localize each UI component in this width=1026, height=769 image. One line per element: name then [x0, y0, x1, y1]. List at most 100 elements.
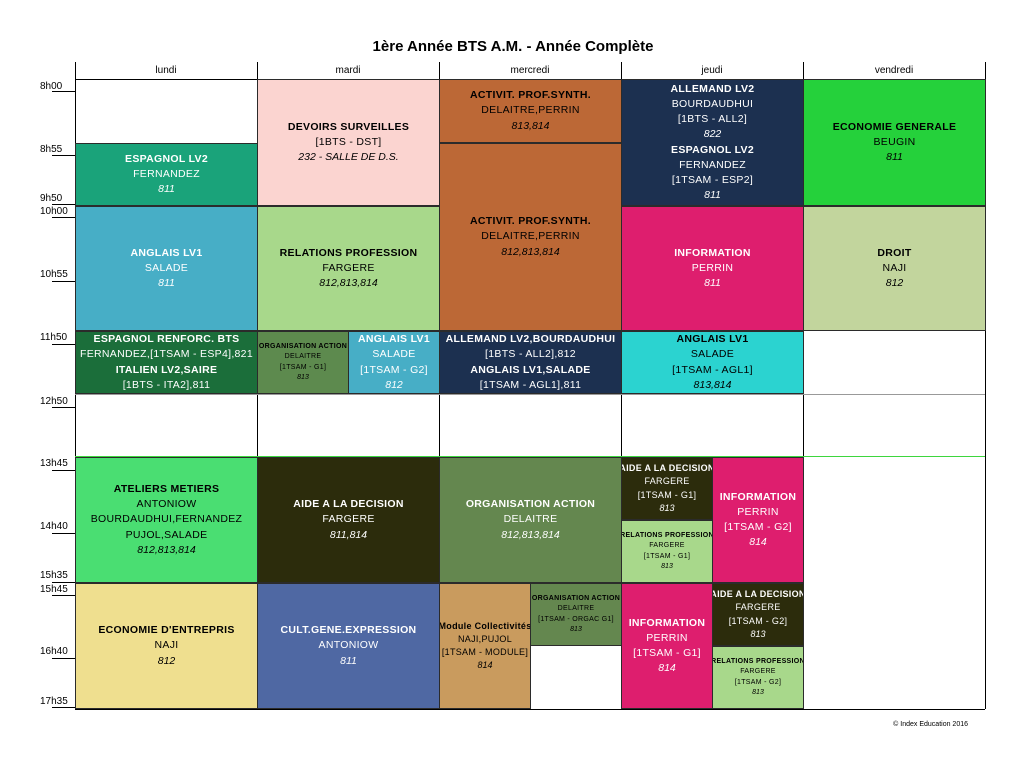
course-cell[interactable]: ORGANISATION ACTION DELAITRE 812,813,814: [439, 457, 622, 583]
course-title: ACTIVIT. PROF.SYNTH.: [470, 215, 591, 228]
course-teacher: SALADE: [372, 348, 416, 361]
time-tick: [52, 217, 75, 218]
course-title: ORGANISATION ACTION: [258, 343, 348, 351]
course-room: 811,814: [329, 528, 368, 541]
course-cell[interactable]: ORGANISATION ACTION DELAITRE [1TSAM - OR…: [530, 583, 622, 646]
day-header-thursday: jeudi: [701, 65, 723, 76]
course-room: 813: [659, 502, 675, 513]
course-title: ALLEMAND LV2,BOURDAUDHUI: [445, 333, 616, 346]
course-cell[interactable]: ORGANISATION ACTION DELAITRE [1TSAM - G1…: [257, 331, 349, 394]
course-title: DROIT: [877, 246, 912, 259]
course-group: [1TSAM - G1]: [279, 363, 327, 371]
course-room: 814: [749, 536, 767, 549]
course-title: ESPAGNOL LV2: [671, 143, 754, 156]
course-room: 232 - SALLE DE D.S.: [298, 151, 399, 164]
course-room: 813,814: [693, 378, 732, 391]
course-cell[interactable]: Module Collectivités NAJI,PUJOL [1TSAM -…: [439, 583, 531, 709]
course-cell[interactable]: INFORMATION PERRIN [1TSAM - G1] 814: [621, 583, 713, 709]
course-cell[interactable]: ATELIERS METIERS ANTONIOW BOURDAUDHUI,FE…: [75, 457, 258, 583]
course-room: 812,813,814: [319, 277, 378, 290]
course-title: AIDE A LA DECISION: [712, 589, 804, 600]
course-teacher: FARGERE: [322, 261, 375, 274]
course-cell[interactable]: ALLEMAND LV2 BOURDAUDHUI [1BTS - ALL2] 8…: [621, 79, 804, 206]
course-title: INFORMATION: [628, 616, 706, 629]
course-teacher: FARGERE: [322, 513, 375, 526]
time-label: 15h45: [40, 584, 68, 595]
course-title: DEVOIRS SURVEILLES: [287, 120, 410, 133]
course-group: [1TSAM - G1]: [633, 647, 701, 659]
course-teacher: BOURDAUDHUI,FERNANDEZ: [90, 513, 243, 526]
time-tick: [52, 707, 75, 708]
time-label: 8h55: [40, 144, 63, 155]
course-teacher: FERNANDEZ,[1TSAM - ESP4],821: [80, 348, 253, 361]
time-tick: [52, 595, 75, 596]
course-cell[interactable]: ECONOMIE D'ENTREPRIS NAJI 812: [75, 583, 258, 709]
course-room: 813: [297, 373, 309, 381]
course-cell[interactable]: ANGLAIS LV1 SALADE [1TSAM - G2] 812: [348, 331, 440, 394]
course-teacher: DELAITRE,PERRIN: [481, 230, 580, 243]
course-teacher: PERRIN: [646, 631, 688, 644]
course-group: [1TSAM - G1]: [637, 489, 697, 500]
time-label: 15h35: [40, 570, 68, 581]
course-group: [1TSAM - AGL1]: [672, 363, 753, 376]
course-cell[interactable]: ACTIVIT. PROF.SYNTH. DELAITRE,PERRIN 813…: [439, 79, 622, 143]
course-title: ORGANISATION ACTION: [531, 595, 621, 603]
course-teacher: PUJOL,SALADE: [125, 528, 208, 541]
course-room: 813,814: [511, 119, 550, 132]
course-cell[interactable]: RELATIONS PROFESSION FARGERE [1TSAM - G2…: [712, 646, 804, 709]
course-room: 811: [704, 189, 721, 202]
course-cell[interactable]: INFORMATION PERRIN 811: [621, 206, 804, 331]
course-room: 813: [661, 562, 673, 570]
course-cell[interactable]: AIDE A LA DECISION FARGERE [1TSAM - G2] …: [712, 583, 804, 646]
course-cell[interactable]: ECONOMIE GENERALE BEUGIN 811: [803, 79, 986, 206]
copyright-notice: © Index Education 2016: [893, 721, 968, 728]
course-teacher: [1BTS - ITA2],811: [122, 378, 211, 391]
course-group: [1TSAM - MODULE]: [441, 647, 529, 657]
course-room: 811: [158, 183, 175, 196]
course-teacher: PERRIN: [737, 505, 779, 518]
course-cell[interactable]: CULT.GENE.EXPRESSION ANTONIOW 811: [257, 583, 440, 709]
course-title: ORGANISATION ACTION: [465, 498, 596, 511]
course-teacher: DELAITRE: [284, 353, 322, 361]
course-title: INFORMATION: [719, 490, 797, 503]
course-title: ALLEMAND LV2: [670, 82, 755, 95]
course-teacher: DELAITRE: [557, 605, 595, 613]
course-title: ANGLAIS LV1: [358, 333, 430, 346]
time-label: 14h40: [40, 521, 68, 532]
time-tick: [52, 344, 75, 345]
course-teacher: FERNANDEZ: [679, 158, 746, 171]
course-room: 813: [752, 688, 764, 696]
time-label: 10h00: [40, 206, 68, 217]
course-title: AIDE A LA DECISION: [293, 498, 404, 511]
course-room: 813: [570, 625, 582, 633]
course-cell[interactable]: ACTIVIT. PROF.SYNTH. DELAITRE,PERRIN 812…: [439, 143, 622, 331]
course-title: Module Collectivités: [439, 620, 531, 631]
course-cell[interactable]: ANGLAIS LV1 SALADE 811: [75, 206, 258, 331]
course-cell[interactable]: DEVOIRS SURVEILLES [1BTS - DST] 232 - SA…: [257, 79, 440, 206]
course-cell[interactable]: AIDE A LA DECISION FARGERE 811,814: [257, 457, 440, 583]
course-title: ANGLAIS LV1: [130, 246, 203, 259]
course-room: 822: [703, 128, 722, 141]
course-title: ACTIVIT. PROF.SYNTH.: [470, 89, 591, 102]
course-teacher: NAJI: [882, 261, 907, 274]
course-cell[interactable]: AIDE A LA DECISION FARGERE [1TSAM - G1] …: [621, 457, 713, 520]
time-label: 11h50: [40, 332, 68, 343]
course-group: [1TSAM - AGL1],811: [479, 378, 582, 391]
time-label: 16h40: [40, 646, 68, 657]
course-room: 811: [158, 277, 175, 290]
course-cell[interactable]: RELATIONS PROFESSION FARGERE [1TSAM - G1…: [621, 520, 713, 583]
page-title: 1ère Année BTS A.M. - Année Complète: [372, 38, 654, 55]
course-cell[interactable]: DROIT NAJI 812: [803, 206, 986, 331]
course-group: [1TSAM - G2]: [728, 615, 788, 626]
course-teacher: SALADE: [690, 348, 735, 361]
day-header-tuesday: mardi: [335, 65, 361, 76]
course-cell[interactable]: RELATIONS PROFESSION FARGERE 812,813,814: [257, 206, 440, 331]
course-title: ANGLAIS LV1,SALADE: [470, 363, 591, 376]
course-cell[interactable]: ESPAGNOL LV2 FERNANDEZ 811: [75, 143, 258, 206]
course-cell[interactable]: ESPAGNOL RENFORC. BTS FERNANDEZ,[1TSAM -…: [75, 331, 258, 394]
course-cell[interactable]: ANGLAIS LV1 SALADE [1TSAM - AGL1] 813,81…: [621, 331, 804, 394]
course-cell[interactable]: ALLEMAND LV2,BOURDAUDHUI [1BTS - ALL2],8…: [439, 331, 622, 394]
time-tick: [52, 91, 75, 92]
course-title: ECONOMIE GENERALE: [832, 120, 957, 133]
course-cell[interactable]: INFORMATION PERRIN [1TSAM - G2] 814: [712, 457, 804, 583]
